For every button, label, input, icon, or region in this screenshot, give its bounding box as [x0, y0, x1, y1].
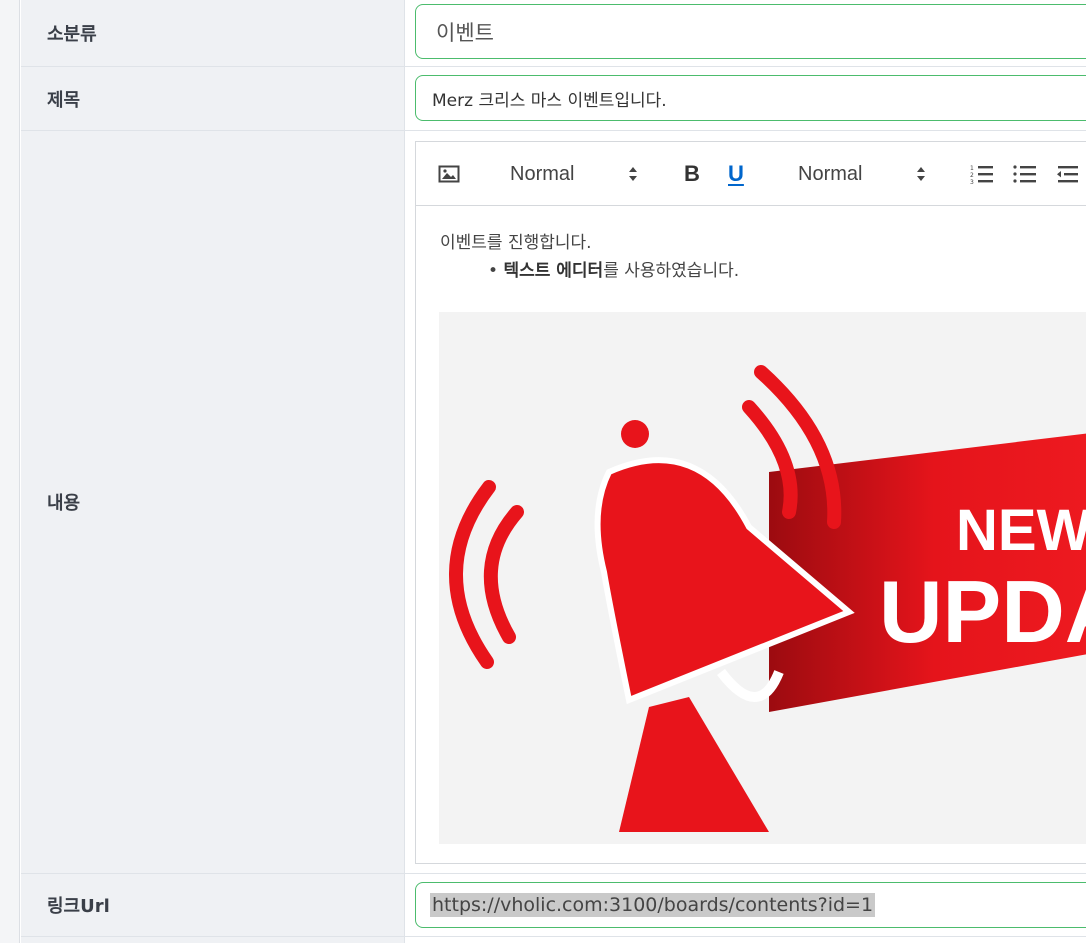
bullet-bold-text: 텍스트 에디터	[503, 261, 604, 281]
subcategory-label: 소분류	[21, 0, 405, 66]
link-url-input[interactable]: https://vholic.com:3100/boards/contents?…	[415, 882, 1086, 928]
title-label: 제목	[21, 67, 405, 130]
title-input[interactable]: Merz 크리스 마스 이벤트입니다.	[415, 75, 1086, 121]
editor-bullet-item: • 텍스트 에디터를 사용하였습니다.	[440, 257, 1086, 285]
header-select-value: Normal	[510, 162, 575, 185]
caret-updown-icon	[915, 142, 927, 206]
svg-text:1: 1	[970, 165, 974, 172]
link-label: 링크Url	[21, 874, 405, 936]
bell-notification-image: NEW UPDA	[449, 365, 1086, 832]
underline-button[interactable]: U	[728, 142, 744, 206]
ordered-list-button[interactable]: 1 2 3	[970, 142, 994, 206]
next-row-label	[21, 937, 405, 943]
subcategory-cell: 이벤트	[406, 0, 1086, 66]
row-title: 제목 Merz 크리스 마스 이벤트입니다.	[21, 67, 1086, 131]
bullet-list-icon	[1013, 165, 1036, 183]
svg-text:3: 3	[970, 179, 974, 184]
banner-text-update: UPDA	[879, 562, 1086, 661]
content-label: 내용	[21, 131, 405, 873]
subcategory-value: 이벤트	[436, 20, 494, 45]
bold-label: B	[684, 161, 700, 186]
embedded-image[interactable]: NEW UPDA	[439, 312, 1086, 844]
bold-button[interactable]: B	[684, 142, 700, 206]
link-url-value: https://vholic.com:3100/boards/contents?…	[430, 893, 876, 917]
header-select[interactable]: Normal	[510, 142, 574, 206]
subcategory-input[interactable]: 이벤트	[415, 4, 1086, 59]
row-next	[21, 937, 1086, 943]
title-cell: Merz 크리스 마스 이벤트입니다.	[406, 67, 1086, 130]
row-link: 링크Url https://vholic.com:3100/boards/con…	[21, 874, 1086, 937]
size-select[interactable]: Normal	[798, 142, 862, 206]
rich-text-editor: Normal B U Normal 1 2 3 이벤트를 진행합니다. • 텍스…	[415, 141, 1086, 864]
row-content: 내용 Normal B U Normal 1 2 3 이벤트를 진행합니다. •…	[21, 131, 1086, 874]
bullet-dot: •	[488, 261, 504, 281]
underline-label: U	[728, 161, 744, 186]
banner-text-new: NEW	[956, 498, 1086, 563]
outdent-button[interactable]	[1056, 142, 1080, 206]
size-select-value: Normal	[798, 162, 863, 185]
bullet-rest-text: 를 사용하였습니다.	[603, 261, 740, 281]
left-rail	[0, 0, 20, 943]
bullet-list-button[interactable]	[1013, 142, 1037, 206]
title-value: Merz 크리스 마스 이벤트입니다.	[432, 90, 667, 111]
link-cell: https://vholic.com:3100/boards/contents?…	[406, 874, 1086, 936]
insert-image-button[interactable]	[438, 142, 460, 206]
outdent-icon	[1057, 166, 1078, 183]
svg-text:2: 2	[970, 172, 974, 179]
editor-toolbar: Normal B U Normal 1 2 3	[416, 142, 1086, 206]
content-cell: Normal B U Normal 1 2 3 이벤트를 진행합니다. • 텍스…	[406, 131, 1086, 873]
row-subcategory: 소분류 이벤트	[21, 0, 1086, 67]
caret-updown-icon	[627, 142, 639, 206]
editor-paragraph: 이벤트를 진행합니다.	[440, 233, 592, 253]
editor-content[interactable]: 이벤트를 진행합니다. • 텍스트 에디터를 사용하였습니다. NEW UPD	[416, 207, 1086, 863]
board-form: 소분류 이벤트 제목 Merz 크리스 마스 이벤트입니다. 내용 Normal…	[21, 0, 1086, 943]
ordered-list-icon: 1 2 3	[970, 165, 993, 184]
image-icon	[438, 165, 460, 183]
